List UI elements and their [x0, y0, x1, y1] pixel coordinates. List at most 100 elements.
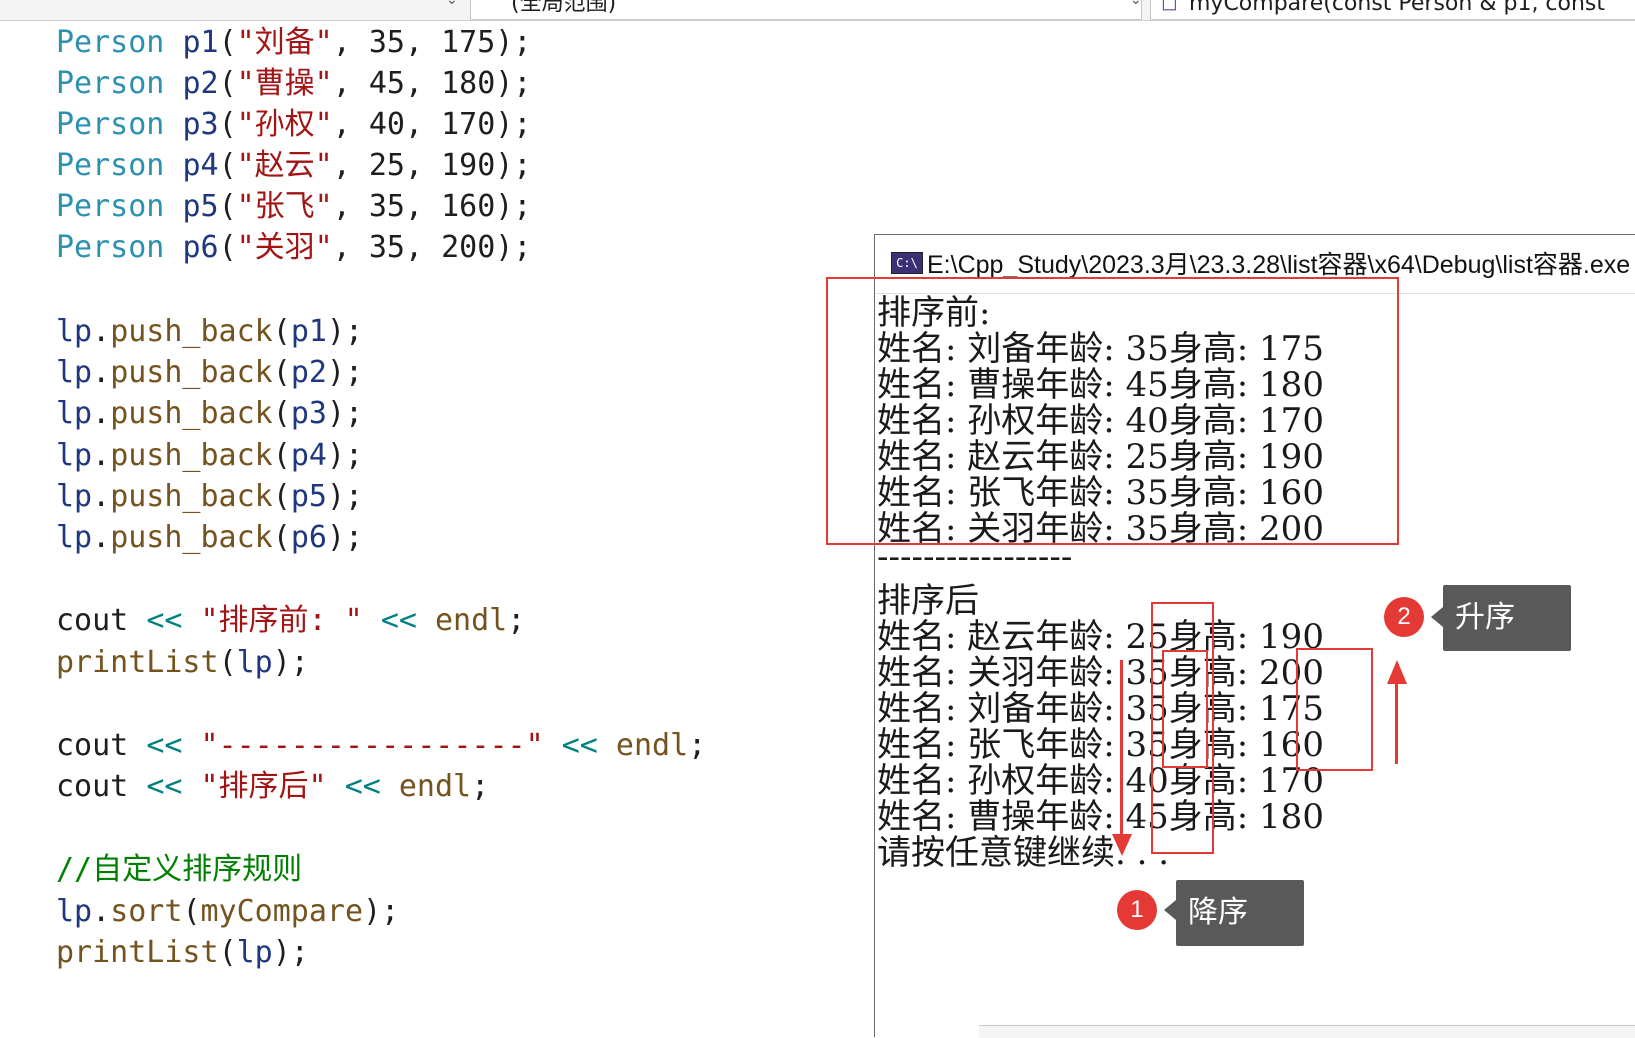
- code-line: Person p3("孙权", 40, 170);: [56, 107, 532, 142]
- console-line: 姓名: 张飞年龄: 35身高: 160: [877, 725, 1324, 765]
- variable-token: p2: [182, 66, 219, 101]
- code-line: lp.sort(myCompare);: [56, 894, 400, 929]
- variable-token: p2: [290, 355, 327, 390]
- function-token: endl: [435, 603, 508, 638]
- code-line: Person p6("关羽", 35, 200);: [56, 230, 532, 265]
- string-token: "排序前: ": [200, 603, 363, 638]
- code-line: lp.push_back(p6);: [56, 520, 364, 555]
- operator-token: <<: [561, 728, 598, 763]
- function-token: push_back: [110, 314, 273, 349]
- callout-pointer: [1431, 607, 1443, 627]
- variable-token: p1: [290, 314, 327, 349]
- code-line: lp.push_back(p2);: [56, 355, 364, 390]
- console-line: 姓名: 曹操年龄: 45身高: 180: [877, 797, 1324, 837]
- function-token: myCompare: [200, 894, 364, 929]
- code-line: printList(lp);: [56, 935, 309, 970]
- function-token: endl: [398, 769, 472, 804]
- console-line: 姓名: 刘备年龄: 35身高: 175: [877, 689, 1324, 729]
- variable-token: p5: [290, 479, 327, 514]
- variable-token: p4: [182, 148, 219, 183]
- operator-token: <<: [146, 769, 183, 804]
- function-token: sort: [110, 894, 183, 929]
- down-arrow-icon: [1112, 834, 1132, 856]
- variable-token: lp: [56, 355, 93, 390]
- type-token: Person: [56, 107, 165, 142]
- string-token: "赵云": [236, 148, 333, 183]
- args-token: , 45, 180);: [332, 66, 532, 101]
- function-token: push_back: [110, 396, 273, 431]
- operator-token: <<: [344, 769, 381, 804]
- member-dropdown-label: myCompare(const Person & p1, const: [1189, 0, 1606, 16]
- variable-token: lp: [56, 520, 93, 555]
- type-token: Person: [56, 230, 165, 265]
- string-token: "张飞": [236, 189, 333, 224]
- variable-token: p6: [182, 230, 219, 265]
- variable-token: lp: [236, 935, 273, 970]
- function-token: push_back: [110, 520, 273, 555]
- args-token: , 35, 200);: [332, 230, 532, 265]
- keyword-token: cout: [56, 728, 129, 763]
- console-title: E:\Cpp_Study\2023.3月\23.3.28\list容器\x64\…: [927, 251, 1631, 279]
- string-token: "排序后": [200, 769, 327, 804]
- args-token: , 40, 170);: [332, 107, 532, 142]
- string-token: "曹操": [236, 66, 333, 101]
- string-token: "关羽": [236, 230, 333, 265]
- member-dropdown[interactable]: ◻ myCompare(const Person & p1, const: [1150, 0, 1635, 20]
- method-cube-icon: ◻: [1161, 0, 1178, 14]
- variable-token: lp: [236, 645, 273, 680]
- keyword-token: cout: [56, 769, 129, 804]
- operator-token: <<: [380, 603, 417, 638]
- code-line: Person p4("赵云", 25, 190);: [56, 148, 532, 183]
- code-line: Person p2("曹操", 45, 180);: [56, 66, 532, 101]
- operator-token: <<: [146, 728, 183, 763]
- args-token: , 35, 175);: [332, 25, 532, 60]
- operator-token: <<: [146, 603, 183, 638]
- function-token: push_back: [110, 479, 273, 514]
- callout-pointer: [1164, 900, 1176, 920]
- console-app-icon: C:\: [891, 252, 923, 274]
- function-token: printList: [56, 935, 219, 970]
- args-token: , 35, 160);: [332, 189, 532, 224]
- variable-token: p1: [182, 25, 219, 60]
- chevron-down-icon[interactable]: ⌄: [1130, 0, 1142, 8]
- code-line: lp.push_back(p1);: [56, 314, 364, 349]
- variable-token: lp: [56, 438, 93, 473]
- type-token: Person: [56, 189, 165, 224]
- variable-token: p3: [182, 107, 219, 142]
- console-line: 姓名: 孙权年龄: 40身高: 170: [877, 761, 1324, 801]
- horizontal-scrollbar[interactable]: [979, 1025, 1635, 1038]
- variable-token: lp: [56, 396, 93, 431]
- code-line: lp.push_back(p4);: [56, 438, 364, 473]
- function-token: printList: [56, 645, 219, 680]
- ascending-callout: 升序: [1443, 585, 1571, 651]
- code-line: cout << "排序前: " << endl;: [56, 603, 526, 638]
- step-badge-1: 1: [1117, 890, 1157, 930]
- args-token: , 25, 190);: [332, 148, 532, 183]
- variable-token: lp: [56, 314, 93, 349]
- type-token: Person: [56, 148, 165, 183]
- variable-token: p4: [290, 438, 327, 473]
- height-column-highlight-box: [1296, 648, 1373, 771]
- code-line: printList(lp);: [56, 645, 309, 680]
- variable-token: lp: [56, 479, 93, 514]
- function-token: push_back: [110, 355, 273, 390]
- equal-age-highlight-box: [1162, 650, 1208, 768]
- variable-token: lp: [56, 894, 93, 929]
- down-arrow-line: [1120, 660, 1123, 838]
- type-token: Person: [56, 25, 165, 60]
- code-line: cout << "排序后" << endl;: [56, 769, 490, 804]
- code-line: cout << "-----------------" << endl;: [56, 728, 707, 763]
- variable-token: p3: [290, 396, 327, 431]
- string-token: "刘备": [236, 25, 333, 60]
- code-line: Person p1("刘备", 35, 175);: [56, 25, 532, 60]
- step-badge-2: 2: [1384, 597, 1424, 637]
- keyword-token: cout: [56, 603, 129, 638]
- string-token: "孙权": [236, 107, 333, 142]
- before-sort-highlight-box: [826, 277, 1399, 545]
- function-token: endl: [615, 728, 689, 763]
- console-line: 排序后: [877, 581, 979, 621]
- string-token: "-----------------": [200, 728, 544, 763]
- console-line: 姓名: 赵云年龄: 25身高: 190: [877, 617, 1324, 657]
- code-line: Person p5("张飞", 35, 160);: [56, 189, 532, 224]
- variable-token: p6: [290, 520, 327, 555]
